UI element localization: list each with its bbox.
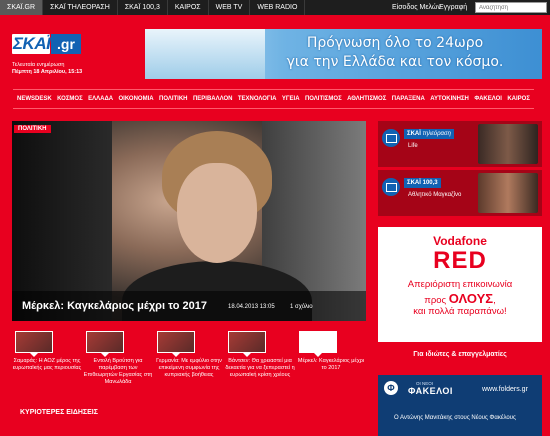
hero-date: 18.04.2013 13:05 [228,304,275,310]
thumbnail-text: Σαμαράς: Η ΑΟΖ μέρος της ευρωπαϊκής μας … [12,358,82,371]
last-update-time: Πέμπτη 18 Απριλίου, 15:13 [12,69,83,75]
ad-footer: Για ιδιώτες & επαγγελματίες [378,342,542,367]
thumbnail-text: Μέρκελ: Καγκελάριος μέχρι το 2017 [297,358,365,371]
weather-banner[interactable]: Πρόγνωση όλο το 24ωρο για την Ελλάδα και… [145,29,542,79]
logo-suffix[interactable]: .gr [51,34,81,54]
top-nav-weather[interactable]: ΚΑΙΡΟΣ [168,0,209,15]
vodafone-ad[interactable]: Vodafone RED Απεριόριστη επικοινωνία προ… [378,227,542,367]
nav-aftokinisi[interactable]: ΑΥΤΟΚΙΝΗΣΗ [430,96,469,102]
banner-line-2: για την Ελλάδα και τον κόσμο. [286,54,504,70]
banner-sky-image [145,29,265,79]
fakeloi-item[interactable]: Ο Αντώνης Μανιτάκης στους Νέους Φακέλους [394,415,516,421]
last-update-label: Τελευταία ενημέρωση [12,62,65,68]
top-nav-web-tv[interactable]: WEB TV [209,0,251,15]
thumbnail-text: Βάντσεν: Θα χρειαστεί μια δεκαετία για ν… [225,358,295,378]
story-thumbnails: Σαμαράς: Η ΑΟΖ μέρος της ευρωπαϊκής μας … [12,331,366,386]
thumbnail-text: Γερμανία: Με εμφύλιο στην επικείμενη συμ… [156,358,222,378]
fakeloi-logo-icon: Φ [384,381,398,395]
hero-title[interactable]: Μέρκελ: Καγκελάριος μέχρι το 2017 [22,300,207,312]
thumbnail-image [15,331,53,353]
fakeloi-url[interactable]: www.folders.gr [482,386,528,393]
nav-perivallon[interactable]: ΠΕΡΙΒΑΛΛΟΝ [193,96,233,102]
fakeloi-name: ΦΑΚΕΛΟΙ [408,386,453,396]
tv-widget[interactable]: ΣΚΑΪ τηλεόραση Life [378,121,542,167]
banner-line-1: Πρόγνωση όλο το 24ωρο [306,35,484,51]
nav-fakeloi[interactable]: ΦΑΚΕΛΟΙ [474,96,502,102]
thumbnail-text: Εντολή Βρούτση για παρέμβαση των Επιθεωρ… [83,358,153,385]
ad-title: RED [433,247,487,274]
thumbnail-item[interactable]: Εντολή Βρούτση για παρέμβαση των Επιθεωρ… [83,331,153,386]
tv-channel-label: ΣΚΑΪ τηλεόραση [404,129,454,139]
thumbnail-item-selected[interactable]: Μέρκελ: Καγκελάριος μέχρι το 2017 [296,331,366,386]
section-heading: ΚΥΡΙΟΤΕΡΕΣ ΕΙΔΗΣΕΙΣ [20,409,98,416]
top-nav-web-radio[interactable]: WEB RADIO [250,0,306,15]
thumbnail-image [86,331,124,353]
hero-comments[interactable]: 1 σχόλιο [290,304,313,310]
nav-athlitismos[interactable]: ΑΘΛΗΤΙΣΜΟΣ [347,96,386,102]
top-nav-skai-tv[interactable]: ΣΚΑΪ ΤΗΛΕΟΡΑΣΗ [43,0,118,15]
pointer-icon [172,353,180,357]
fakeloi-widget[interactable]: Φ ΟΙ ΝΕΟΙ ΦΑΚΕΛΟΙ www.folders.gr Ο Αντών… [378,375,542,436]
site-logo[interactable]: ΣΚΑΪ [13,34,51,54]
nav-technologia[interactable]: ΤΕΧΝΟΛΟΓΙΑ [238,96,277,102]
thumbnail-item[interactable]: Βάντσεν: Θα χρειαστεί μια δεκαετία για ν… [225,331,295,386]
top-nav-skai-radio[interactable]: ΣΚΑΪ 100,3 [118,0,168,15]
search-input[interactable] [475,2,547,13]
radio-icon [382,178,400,196]
radio-channel-label: ΣΚΑΪ 100,3 [404,178,441,188]
top-nav: ΣΚΑΪ.GR ΣΚΑΪ ΤΗΛΕΟΡΑΣΗ ΣΚΑΪ 100,3 ΚΑΙΡΟΣ… [0,0,306,15]
nav-politiki[interactable]: ΠΟΛΙΤΙΚΗ [159,96,188,102]
tv-hosts-image [478,124,538,164]
category-badge[interactable]: ΠΟΛΙΤΙΚΗ [14,125,51,133]
nav-paraxena[interactable]: ΠΑΡΑΞΕΝΑ [392,96,425,102]
radio-widget[interactable]: ΣΚΑΪ 100,3 Αθλητικό Μαγκαζίνο [378,170,542,216]
hero-image[interactable] [12,121,366,321]
nav-ellada[interactable]: ΕΛΛΑΔΑ [88,96,113,102]
nav-politismos[interactable]: ΠΟΛΙΤΙΣΜΟΣ [305,96,342,102]
nav-kairos[interactable]: ΚΑΙΡΟΣ [507,96,530,102]
thumbnail-image [299,331,337,353]
tv-icon [382,129,400,147]
nav-kosmos[interactable]: ΚΟΣΜΟΣ [57,96,83,102]
ad-line-1: Απεριόριστη επικοινωνία [407,279,513,290]
thumbnail-item[interactable]: Γερμανία: Με εμφύλιο στην επικείμενη συμ… [154,331,224,386]
login-link[interactable]: Είσοδος Μελών [392,0,441,15]
pointer-icon [30,353,38,357]
pointer-icon [101,353,109,357]
last-update: Τελευταία ενημέρωση Πέμπτη 18 Απριλίου, … [12,62,82,76]
thumbnail-image [157,331,195,353]
ad-line-2: προς ΟΛΟΥΣ, [424,291,496,306]
thumbnail-item[interactable]: Σαμαράς: Η ΑΟΖ μέρος της ευρωπαϊκής μας … [12,331,82,386]
tv-show[interactable]: Life [408,143,418,149]
top-nav-skai-gr[interactable]: ΣΚΑΪ.GR [0,0,44,15]
nav-oikonomia[interactable]: ΟΙΚΟΝΟΜΙΑ [119,96,154,102]
thumbnail-image [228,331,266,353]
nav-newsdesk[interactable]: NEWSDESK [17,96,52,102]
pointer-icon [314,353,322,357]
radio-hosts-image [478,173,538,213]
ad-brand: Vodafone [433,234,487,248]
pointer-icon [243,353,251,357]
radio-show[interactable]: Αθλητικό Μαγκαζίνο [408,192,461,198]
nav-ygeia[interactable]: ΥΓΕΙΑ [282,96,300,102]
ad-line-3: και πολλά παραπάνω! [413,306,507,317]
register-link[interactable]: Εγγραφή [439,0,467,15]
main-nav: NEWSDESK ΚΟΣΜΟΣ ΕΛΛΑΔΑ ΟΙΚΟΝΟΜΙΑ ΠΟΛΙΤΙΚ… [13,89,534,109]
